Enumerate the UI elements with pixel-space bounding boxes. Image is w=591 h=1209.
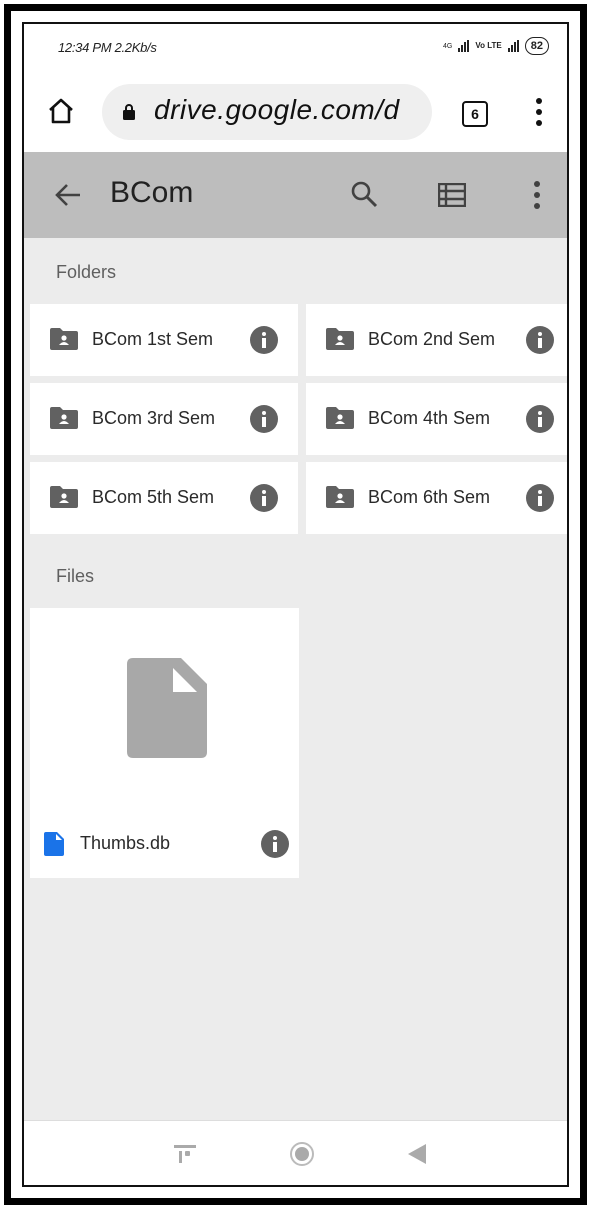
nav-home-icon[interactable] [290, 1142, 314, 1166]
folder-name: BCom 1st Sem [92, 329, 214, 349]
lock-icon [123, 104, 135, 120]
files-section-label: Files [56, 566, 95, 586]
folder-name: BCom 3rd Sem [92, 408, 216, 428]
volte-indicator: Vo LTE [475, 41, 502, 50]
info-icon[interactable] [250, 326, 278, 354]
drive-app-bar: BCom [24, 152, 567, 238]
info-icon[interactable] [526, 405, 554, 433]
status-time-speed: 12:34 PM 2.2Kb/s [58, 40, 157, 55]
folder-card-4[interactable]: BCom 5th Sem [30, 462, 298, 534]
shared-folder-icon [326, 407, 354, 429]
nav-back-icon[interactable] [406, 1143, 428, 1165]
info-icon[interactable] [526, 326, 554, 354]
file-name: Thumbs.db [80, 833, 171, 853]
file-card-0[interactable]: Thumbs.db [30, 608, 299, 878]
search-icon[interactable] [350, 180, 378, 208]
folder-card-0[interactable]: BCom 1st Sem [30, 304, 298, 376]
status-time: 12:34 PM [58, 40, 112, 55]
shared-folder-icon [50, 486, 78, 508]
folder-title: BCom [110, 176, 194, 209]
info-icon[interactable] [526, 484, 554, 512]
folders-section-label: Folders [56, 262, 117, 282]
browser-more-icon[interactable] [534, 96, 544, 128]
system-nav-bar [24, 1120, 567, 1185]
arrow-back-icon[interactable] [54, 182, 82, 208]
folder-name: BCom 5th Sem [92, 487, 215, 507]
home-icon[interactable] [46, 96, 76, 126]
info-icon[interactable] [261, 830, 289, 858]
folder-card-2[interactable]: BCom 3rd Sem [30, 383, 298, 455]
status-speed: 2.2Kb/s [114, 40, 157, 55]
list-view-icon[interactable] [438, 183, 466, 207]
more-vert-icon[interactable] [532, 179, 542, 211]
recents-icon[interactable] [174, 1143, 196, 1165]
folder-name: BCom 4th Sem [368, 408, 491, 428]
shared-folder-icon [326, 328, 354, 350]
shared-folder-icon [50, 407, 78, 429]
url-bar[interactable]: drive.google.com/d [102, 84, 432, 140]
folder-card-3[interactable]: BCom 4th Sem [306, 383, 567, 455]
file-icon [44, 832, 64, 856]
folder-name: BCom 6th Sem [368, 487, 491, 507]
info-icon[interactable] [250, 405, 278, 433]
shared-folder-icon [326, 486, 354, 508]
folder-card-1[interactable]: BCom 2nd Sem [306, 304, 567, 376]
network-type: 4G [443, 42, 453, 50]
battery-level: 82 [524, 37, 549, 55]
signal-icon-2 [507, 40, 519, 52]
tab-switcher-button[interactable]: 6 [462, 101, 488, 127]
info-icon[interactable] [250, 484, 278, 512]
signal-icon [458, 40, 470, 52]
status-indicators: 4G Vo LTE 82 [443, 37, 549, 55]
file-thumbnail-icon [127, 658, 207, 758]
shared-folder-icon [50, 328, 78, 350]
url-text: drive.google.com/d [154, 94, 400, 125]
folder-name: BCom 2nd Sem [368, 329, 496, 349]
phone-screen: 12:34 PM 2.2Kb/s 4G Vo LTE 82 drive.goog… [22, 22, 569, 1187]
status-bar: 12:34 PM 2.2Kb/s 4G Vo LTE 82 [24, 24, 567, 74]
folder-card-5[interactable]: BCom 6th Sem [306, 462, 567, 534]
browser-toolbar: drive.google.com/d 6 [24, 74, 567, 152]
